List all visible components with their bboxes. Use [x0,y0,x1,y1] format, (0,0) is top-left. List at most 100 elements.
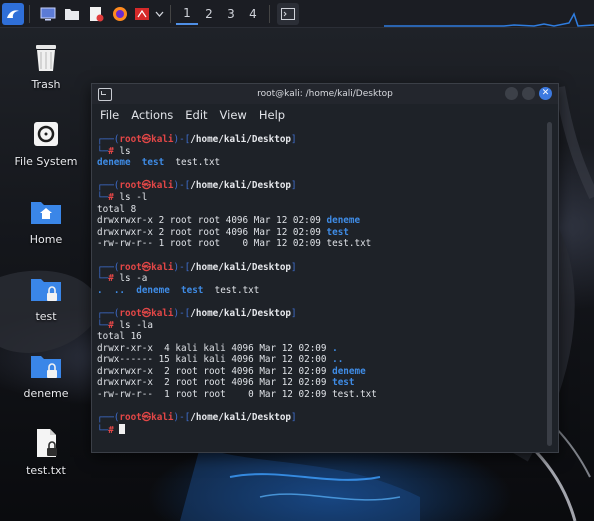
prompt-user: root [119,180,142,192]
locked-folder-icon [31,356,61,378]
taskbar-separator [29,4,30,23]
terminal-window[interactable]: root@kali: /home/kali/Desktop ✕ File Act… [91,83,559,453]
kali-menu-button[interactable] [2,2,24,25]
home-folder-icon [31,202,61,224]
launcher-dropdown[interactable] [153,3,165,25]
text-editor-button[interactable] [85,3,107,25]
scrollbar-thumb[interactable] [547,122,552,446]
maximize-button[interactable] [522,87,535,100]
prompt-at: ㉿ [141,412,152,424]
close-button[interactable]: ✕ [539,87,552,100]
workspace-2[interactable]: 2 [198,3,220,25]
taskbar-terminal-window[interactable] [277,2,299,25]
close-icon: ✕ [541,88,550,98]
directory-name: .. [332,354,344,366]
desktop-icon-deneme[interactable]: deneme [8,349,84,400]
output-line: -rw-rw-r-- 1 root root 0 Mar 12 02:09 te… [97,389,537,401]
directory-name: deneme [332,365,366,377]
desktop-icon-label: deneme [23,387,69,400]
window-title: root@kali: /home/kali/Desktop [257,89,393,99]
output-line: drwxrwxr-x 2 root root 4096 Mar 12 02:09… [97,215,537,227]
prompt-bracket: )-[ [173,412,191,424]
app-launcher-button[interactable] [133,3,151,25]
prompt-bracket: ] [291,412,297,424]
desktop-icon [40,7,56,20]
directory-name: . [332,342,338,354]
output-text: drwxrwxr-x 2 root root 4096 Mar 12 02:09 [97,377,333,389]
prompt-path: /home/kali/Desktop [190,134,292,145]
red-app-icon [135,7,149,20]
terminal-icon [281,7,295,20]
taskbar-separator [170,4,171,23]
command-text: ls -la [113,319,153,331]
file-manager-button[interactable] [61,3,83,25]
desktop-icon-home[interactable]: Home [8,195,84,246]
show-desktop-button[interactable] [37,3,59,25]
prompt-bracket: ] [291,307,297,319]
prompt-bracket: ┌──( [97,307,120,319]
window-titlebar[interactable]: root@kali: /home/kali/Desktop ✕ [92,84,558,104]
output-line: drwxrwxr-x 2 root root 4096 Mar 12 02:09… [97,366,537,378]
command-line: └─# ls -la [97,320,537,332]
prompt-line: ┌──(root㉿kali)-[/home/kali/Desktop] [97,180,537,192]
cpu-graph [384,0,594,27]
prompt-line: ┌──(root㉿kali)-[/home/kali/Desktop] [97,412,537,424]
text-editor-icon [90,6,104,21]
desktop-icon-trash[interactable]: Trash [8,40,84,91]
desktop-icon-test-txt[interactable]: test.txt [8,426,84,477]
prompt-path: /home/kali/Desktop [190,412,292,424]
directory-name: test [326,226,349,238]
prompt-user: root [119,307,142,319]
prompt-line: ┌──(root㉿kali)-[/home/kali/Desktop] [97,308,537,320]
desktop-icon-label: Trash [31,78,61,91]
output-text: test.txt [203,284,260,296]
text-cursor [119,423,126,434]
terminal-icon [98,88,112,101]
workspace-1[interactable]: 1 [176,3,198,25]
minimize-button[interactable] [505,87,518,100]
output-line: drwx------ 15 kali kali 4096 Mar 12 02:0… [97,354,537,366]
prompt-bracket: )-[ [173,261,191,273]
prompt-path: /home/kali/Desktop [190,261,292,273]
firefox-icon [113,6,127,21]
output-text: drwxr-xr-x 4 kali kali 4096 Mar 12 02:09 [97,342,333,354]
locked-file-icon [37,429,57,457]
menu-help[interactable]: Help [259,108,285,122]
desktop-icon-file-system[interactable]: File System [8,117,84,168]
menu-actions[interactable]: Actions [131,108,173,122]
firefox-button[interactable] [109,3,131,25]
output-line: drwxrwxr-x 2 root root 4096 Mar 12 02:09… [97,227,537,239]
desktop-icon-test[interactable]: test [8,272,84,323]
terminal-scrollbar[interactable] [547,122,552,446]
menu-file[interactable]: File [100,108,119,122]
menu-bar: File Actions Edit View Help [92,104,558,126]
prompt-bracket: └─ [97,191,109,203]
prompt-host: kali [151,261,174,273]
desktop-icon-label: test.txt [26,464,66,477]
directory-name: deneme [326,215,361,227]
prompt-bracket: └─ [97,424,109,436]
output-line: total 8 [97,204,537,216]
terminal-output[interactable]: ┌──(root㉿kali)-[/home/kali/Desktop] └─# l… [97,134,537,436]
prompt-bracket: └─ [97,319,109,331]
folder-icon [65,8,79,20]
taskbar-separator [269,4,270,23]
prompt-host: kali [151,412,174,424]
prompt-user: root [119,412,142,424]
menu-view[interactable]: View [220,108,247,122]
menu-edit[interactable]: Edit [185,108,207,122]
prompt-line: ┌──(root㉿kali)-[/home/kali/Desktop] [97,262,537,274]
workspace-4[interactable]: 4 [242,3,264,25]
command-text: ls -a [113,273,148,285]
prompt-bracket: )-[ [173,180,191,192]
desktop-icon-label: Home [29,233,63,246]
output-text: test.txt [164,157,221,169]
prompt-bracket: ] [291,134,297,145]
workspace-3[interactable]: 3 [220,3,242,25]
output-text: -rw-rw-r-- 1 root root 0 Mar 12 02:09 te… [97,238,372,250]
